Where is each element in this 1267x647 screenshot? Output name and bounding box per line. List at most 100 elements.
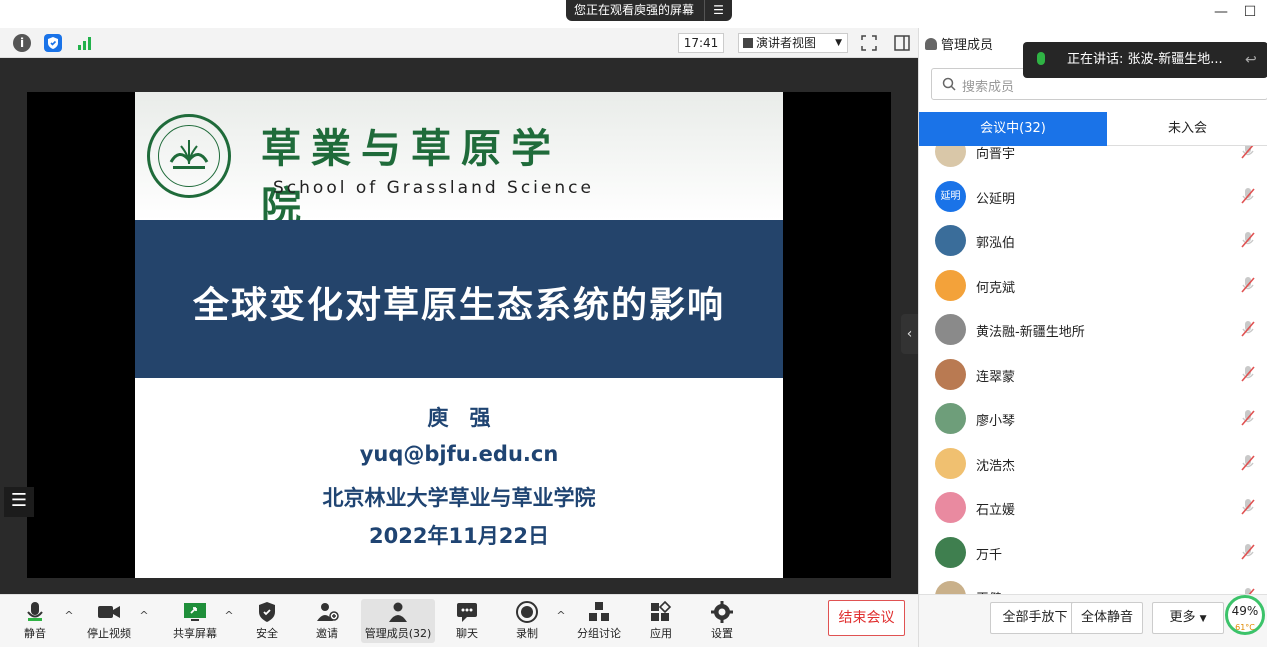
school-name-cn: 草業与草原学院 (261, 125, 561, 230)
avatar (935, 358, 966, 390)
mute-label: 静音 (24, 627, 46, 640)
settings-button[interactable]: 设置 (692, 599, 752, 643)
chat-button[interactable]: 聊天 (437, 599, 497, 643)
member-row[interactable]: 万千 (919, 531, 1267, 575)
member-name: 黄法融-新疆生地所 (976, 325, 1085, 340)
minimize-button[interactable]: — (1211, 4, 1231, 22)
member-name: 公延明 (976, 191, 1016, 207)
avatar (935, 536, 966, 568)
share-options-caret[interactable]: ^ (223, 609, 235, 622)
list-icon[interactable]: ☰ (4, 487, 34, 517)
layout-toggle-icon[interactable] (893, 34, 911, 52)
slide-email: yuq@bjfu.edu.cn (359, 442, 559, 466)
record-options-caret[interactable]: ^ (555, 609, 567, 622)
muted-mic-icon[interactable] (1241, 187, 1255, 205)
member-row[interactable]: 连翠蒙 (919, 353, 1267, 397)
muted-mic-icon[interactable] (1241, 498, 1255, 516)
chevron-down-icon: ▼ (1199, 614, 1207, 624)
member-row[interactable]: 延明 公延明 (919, 175, 1267, 219)
member-row[interactable]: 沈浩杰 (919, 442, 1267, 486)
invite-button[interactable]: 邀请 (297, 599, 357, 643)
avatar (935, 314, 966, 345)
end-meeting-button[interactable]: 结束会议 (828, 600, 905, 636)
share-screen-label: 共享屏幕 (173, 627, 217, 640)
member-row[interactable]: 向晋宇 (919, 146, 1267, 174)
slide-title-band: 全球变化对草原生态系统的影响 (135, 220, 783, 378)
stop-video-label: 停止视频 (87, 627, 131, 640)
viewing-banner[interactable]: 您正在观看庾强的屏幕 ☰ (566, 0, 732, 21)
member-name: 万千 (976, 547, 1003, 563)
slide-author: 庾 强 (427, 406, 491, 430)
view-mode-select[interactable]: 演讲者视图 ▼ (738, 33, 848, 53)
breakout-label: 分组讨论 (577, 627, 621, 640)
view-mode-label: 演讲者视图 (756, 36, 817, 50)
panel-footer: 全部手放下 全体静音 更多 ▼ 49% 61°C (919, 594, 1267, 647)
muted-mic-icon[interactable] (1241, 454, 1255, 472)
record-button[interactable]: 录制 (497, 599, 557, 643)
muted-mic-icon[interactable] (1241, 146, 1255, 160)
record-label: 录制 (516, 627, 538, 640)
meeting-time: 17:41 (678, 33, 724, 53)
fullscreen-icon[interactable] (860, 34, 878, 52)
cpu-usage-badge: 49% 61°C (1225, 595, 1265, 635)
info-icon[interactable]: i (13, 34, 31, 52)
member-row[interactable]: 黄法融-新疆生地所 (919, 308, 1267, 352)
member-row[interactable]: 何克斌 (919, 264, 1267, 308)
muted-mic-icon[interactable] (1241, 543, 1255, 561)
member-name: 郭泓伯 (976, 236, 1016, 251)
speaking-indicator: 正在讲话: 张波-新疆生地... ↩ (1023, 42, 1267, 78)
signal-icon[interactable] (76, 34, 94, 52)
tab-not-joined[interactable]: 未入会 (1107, 112, 1267, 146)
add-user-icon (317, 603, 339, 621)
tab-in-meeting[interactable]: 会议中(32) (919, 112, 1107, 146)
avatar (935, 269, 966, 301)
slide-date: 2022年11月22日 (369, 524, 549, 548)
member-row[interactable]: 郭泓伯 (919, 219, 1267, 263)
maximize-button[interactable]: ☐ (1240, 4, 1260, 22)
menu-icon[interactable]: ☰ (704, 0, 732, 21)
members-panel: 管理成员 搜索成员 正在讲话: 张波-新疆生地... ↩ 会议中(32) 未入会… (918, 28, 1267, 647)
search-input[interactable]: 搜索成员 (962, 76, 1014, 95)
security-button[interactable]: 安全 (237, 599, 297, 643)
chevron-down-icon: ▼ (835, 38, 842, 48)
user-icon (925, 38, 937, 50)
mute-options-caret[interactable]: ^ (63, 609, 75, 622)
more-label: 更多 (1169, 610, 1196, 625)
share-screen-button[interactable]: 共享屏幕 (165, 599, 225, 643)
collapse-panel-icon[interactable]: ‹ (901, 314, 918, 354)
muted-mic-icon[interactable] (1241, 365, 1255, 383)
muted-mic-icon[interactable] (1241, 320, 1255, 338)
lower-all-hands-button[interactable]: 全部手放下 (990, 602, 1080, 634)
security-shield-icon (259, 602, 275, 622)
member-list: 向晋宇延明公延明郭泓伯何克斌黄法融-新疆生地所连翠蒙廖小琴沈浩杰石立媛万千王健 (919, 146, 1267, 598)
member-row[interactable]: 廖小琴 (919, 397, 1267, 441)
muted-mic-icon[interactable] (1241, 231, 1255, 249)
stop-video-button[interactable]: 停止视频 (79, 599, 139, 643)
apps-label: 应用 (650, 627, 672, 640)
viewing-banner-text: 您正在观看庾强的屏幕 (574, 3, 695, 17)
mute-all-button[interactable]: 全体静音 (1071, 602, 1143, 634)
manage-members-button[interactable]: 管理成员(32) (361, 599, 435, 643)
shield-icon[interactable] (44, 34, 62, 52)
chat-icon (457, 603, 477, 622)
breakout-icon (589, 602, 609, 621)
video-options-caret[interactable]: ^ (138, 609, 150, 622)
gear-icon (711, 601, 733, 623)
member-name: 连翠蒙 (976, 369, 1016, 385)
breakout-button[interactable]: 分组讨论 (569, 599, 629, 643)
meeting-toolbar: 静音 ^ 停止视频 ^ 共享屏幕 ^ 安全 邀请 管理成员(32) 聊天 录制 … (0, 594, 918, 647)
member-row[interactable]: 石立媛 (919, 486, 1267, 530)
avatar (935, 225, 966, 256)
emblem-ring (158, 125, 220, 187)
more-button[interactable]: 更多 ▼ (1152, 602, 1224, 634)
cpu-percent: 49% (1231, 604, 1259, 618)
muted-mic-icon[interactable] (1241, 409, 1255, 427)
muted-mic-icon[interactable] (1241, 276, 1255, 294)
mute-button[interactable]: 静音 (5, 599, 65, 643)
panel-title-text: 管理成员 (941, 38, 994, 53)
settings-label: 设置 (711, 627, 733, 640)
back-arrow-icon[interactable]: ↩ (1245, 42, 1257, 78)
manage-members-label: 管理成员(32) (364, 627, 432, 640)
apps-button[interactable]: 应用 (631, 599, 691, 643)
slide-title: 全球变化对草原生态系统的影响 (192, 285, 725, 326)
